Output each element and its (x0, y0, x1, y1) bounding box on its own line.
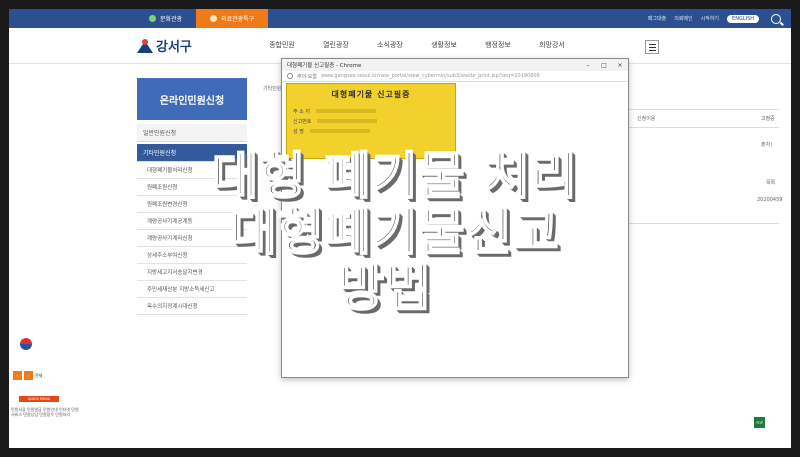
topbar-link-3[interactable]: 시작하기 (701, 15, 719, 22)
sidebar-item-4[interactable]: 계량공사기계공계등 (137, 213, 247, 230)
topbar-link-1[interactable]: 페그대출 (648, 15, 666, 22)
next-icon[interactable]: › (24, 371, 33, 380)
sidebar-title: 온라인민원신청 (137, 78, 247, 120)
content-divider (629, 127, 779, 128)
popup-address-bar[interactable]: 주의 요함 www.gangseo.seoul.kr/new_portal/vi… (282, 71, 628, 82)
sidebar-item-9[interactable]: 옥수의지정계시대신청 (137, 298, 247, 315)
content-cell-5: 출자) (761, 142, 773, 148)
certificate-row: 주 소 지 (293, 108, 376, 115)
taegukgi-icon (15, 335, 37, 353)
logo-text: 강서구 (156, 40, 192, 55)
sidebar-item-6[interactable]: 상세주소부여신청 (137, 247, 247, 264)
waste-report-certificate: 대형폐기물 신고필증 주 소 지 신고번호 성 명 (286, 83, 456, 159)
popup-title: 대형폐기물 신고필증 - Chrome (287, 63, 362, 69)
top-utility-bar: 문화관광 의료관광특구 페그대출 의뢰메인 시작하기 ENGLISH (9, 9, 791, 28)
search-icon[interactable] (771, 13, 781, 24)
certificate-row: 성 명 (293, 128, 370, 135)
sidebar-item-5[interactable]: 계량공사기계리신청 (137, 230, 247, 247)
security-label: 주의 요함 (297, 73, 317, 80)
maximize-icon[interactable]: □ (596, 59, 612, 71)
hamburger-menu-icon[interactable] (645, 40, 659, 54)
leaf-icon (149, 15, 156, 22)
certificate-title: 대형폐기물 신고필증 (331, 90, 411, 99)
sidebar: 온라인민원신청 일반민원신청 기타민원신청 대형폐기물처리신청 원폐조원신청 원… (137, 78, 247, 315)
popup-titlebar: 대형폐기물 신고필증 - Chrome – □ × (282, 59, 628, 71)
logo-mark-icon (137, 38, 153, 53)
sidebar-general-civil[interactable]: 일반민원신청 (137, 124, 247, 142)
info-icon (287, 73, 293, 79)
tab-culture-tourism[interactable]: 문화관광 (135, 9, 196, 28)
footer-text: 민원서류 민원발급 민원안내 인터넷 민원서비스 민원상담 민원접수 민원처리 (11, 407, 79, 417)
nav-item-admin-info[interactable]: 행정정보 (471, 40, 525, 50)
content-heading: 기타민원 (263, 86, 282, 92)
certificate-row: 신고번호 (293, 118, 378, 125)
sidebar-other-civil[interactable]: 기타민원신청 (137, 144, 247, 162)
minimize-icon[interactable]: – (580, 59, 596, 71)
site-logo[interactable]: 강서구 (137, 36, 192, 55)
quick-menu[interactable]: QUICK MENU (19, 396, 59, 402)
popup-window: 대형폐기물 신고필증 - Chrome – □ × 주의 요함 www.gang… (281, 58, 629, 378)
topbar-link-2[interactable]: 의뢰메인 (674, 15, 692, 22)
english-button[interactable]: ENGLISH (727, 14, 759, 23)
topbar-links: 페그대출 의뢰메인 시작하기 ENGLISH (648, 13, 791, 24)
hospital-icon (210, 15, 218, 22)
top-button[interactable]: TOP (754, 417, 765, 428)
content-cell-2: 고정중 (761, 116, 775, 122)
content-divider (629, 109, 779, 110)
tab-culture-tourism-label: 문화관광 (160, 16, 183, 23)
content-cell-3: 20200459 (757, 197, 783, 203)
mini-all-label[interactable]: 전체 (35, 373, 42, 379)
nav-item-civil[interactable]: 종합민원 (255, 40, 309, 50)
tab-medical-tourism-label: 의료관광특구 (221, 16, 255, 23)
prev-icon[interactable]: ‹ (13, 371, 22, 380)
nav-item-life-info[interactable]: 생활정보 (417, 40, 471, 50)
content-divider (629, 223, 779, 224)
sidebar-item-8[interactable]: 주민세재산분 지방소득세신고 (137, 281, 247, 298)
popup-url[interactable]: www.gangseo.seoul.kr/new_portal/view_cyb… (321, 73, 540, 79)
nav-item-open-plaza[interactable]: 열린광장 (309, 40, 363, 50)
list-button[interactable]: 목록 (766, 179, 775, 186)
sidebar-item-3[interactable]: 원폐조원변경신청 (137, 196, 247, 213)
tab-medical-tourism[interactable]: 의료관광특구 (196, 9, 269, 28)
nav-item-news[interactable]: 소식광장 (363, 40, 417, 50)
nav-item-hope[interactable]: 희망강서 (525, 40, 579, 50)
sidebar-item-large-waste[interactable]: 대형폐기물처리신청 (137, 162, 247, 179)
sidebar-item-7[interactable]: 지방세고지서송달지변경 (137, 264, 247, 281)
sidebar-item-2[interactable]: 원폐조원신청 (137, 179, 247, 196)
mini-buttons: ‹ › 전체 (13, 371, 42, 380)
content-cell-1: 신청이용 (637, 116, 656, 122)
close-icon[interactable]: × (612, 59, 628, 71)
main-nav: 종합민원 열린광장 소식광장 생활정보 행정정보 희망강서 (255, 40, 579, 50)
